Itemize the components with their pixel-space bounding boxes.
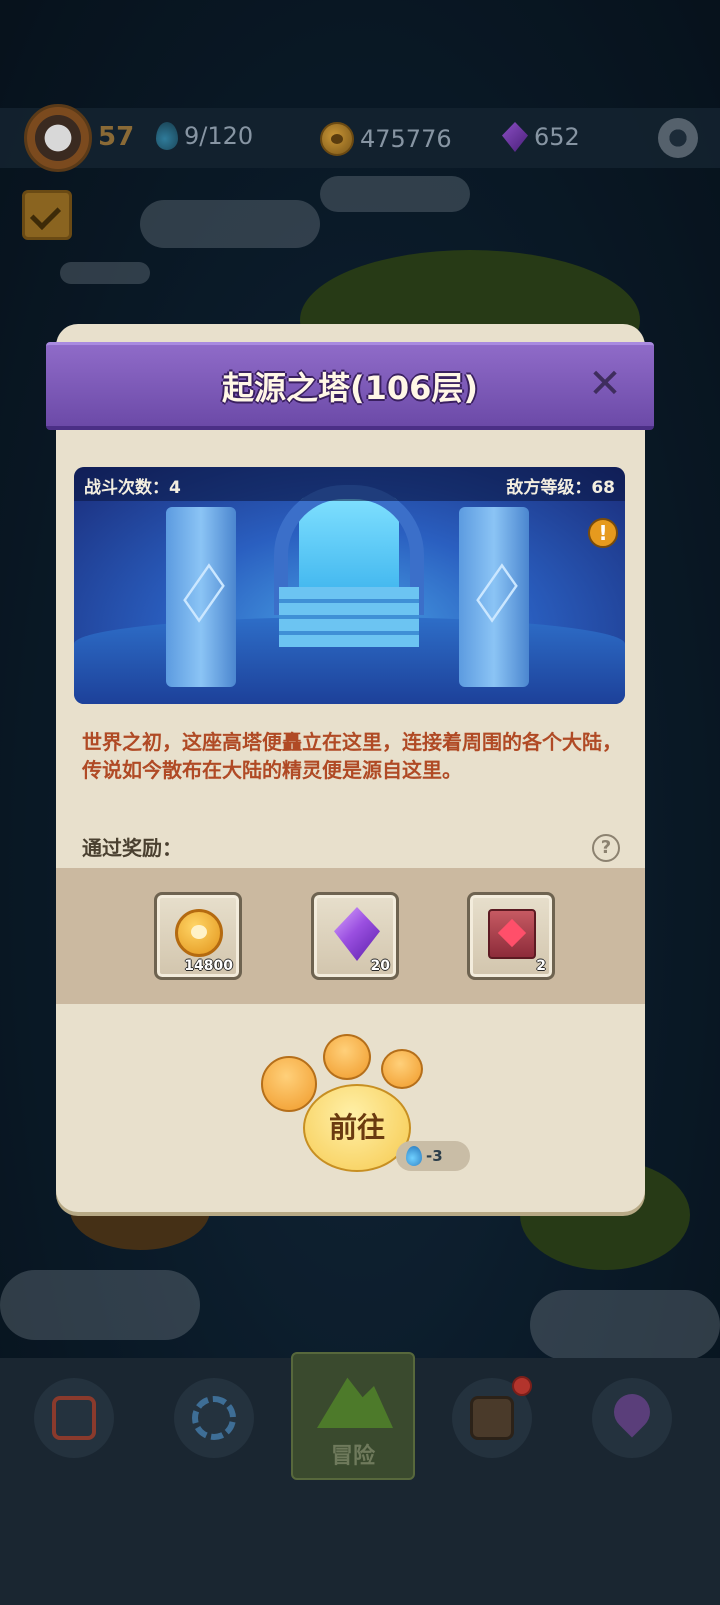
- energy-cost-value: -3: [426, 1147, 443, 1165]
- rewards-label: 通过奖励：: [82, 836, 182, 860]
- chest-icon: [470, 1396, 514, 1440]
- nav-map[interactable]: [592, 1378, 672, 1458]
- reward-count: 14800: [184, 958, 233, 974]
- banner-pillar-left: [166, 507, 236, 687]
- reward-item-book[interactable]: 2: [467, 892, 555, 980]
- water-drop-icon: [156, 122, 178, 150]
- nav-adventure[interactable]: 冒险: [291, 1352, 415, 1480]
- shop-counter-icon: [52, 1396, 96, 1440]
- gem-counter[interactable]: 652: [502, 122, 580, 152]
- map-pin-icon: [606, 1386, 658, 1438]
- reward-item-gem[interactable]: 20: [311, 892, 399, 980]
- gem-icon: [334, 907, 380, 961]
- close-icon[interactable]: ✕: [585, 364, 625, 404]
- enemy-level: 敌方等级：68: [506, 478, 615, 498]
- banner-stairs: [279, 587, 419, 647]
- tower-description: 世界之初，这座高塔便矗立在这里，连接着周围的各个大陆，传说如今散布在大陆的精灵便…: [82, 730, 622, 782]
- nav-shop[interactable]: [34, 1378, 114, 1458]
- nav-adventure-label: 冒险: [330, 1444, 375, 1469]
- coin-icon: [320, 122, 354, 156]
- reward-item-coin[interactable]: 14800: [154, 892, 242, 980]
- book-icon: [488, 909, 536, 959]
- paw-toe[interactable]: [323, 1034, 371, 1080]
- quest-checklist-icon[interactable]: [22, 190, 72, 240]
- settings-gear-icon[interactable]: [658, 118, 698, 158]
- question-icon[interactable]: ?: [592, 834, 620, 862]
- coin-value: 475776: [360, 125, 452, 153]
- reward-count: 20: [370, 958, 390, 974]
- mountain-icon: [317, 1377, 393, 1428]
- vortex-icon: [192, 1396, 236, 1440]
- energy-value: 9/120: [184, 122, 254, 150]
- dialog-title: 起源之塔(106层): [221, 368, 479, 407]
- paw-toe[interactable]: [261, 1056, 317, 1112]
- nav-summon[interactable]: [174, 1378, 254, 1458]
- coin-icon: [175, 909, 223, 957]
- gem-icon: [502, 122, 528, 152]
- exclamation-icon[interactable]: !: [588, 518, 618, 548]
- tower-banner-image: 战斗次数：4 敌方等级：68: [74, 467, 625, 704]
- dialog-header: 起源之塔(106层): [46, 342, 654, 430]
- battle-count: 战斗次数：4: [84, 478, 181, 498]
- notification-badge: [512, 1376, 532, 1396]
- banner-pillar-right: [459, 507, 529, 687]
- water-drop-icon: [406, 1146, 422, 1166]
- gem-value: 652: [534, 123, 580, 151]
- coin-counter[interactable]: 475776: [320, 122, 452, 156]
- energy-counter[interactable]: 9/120: [156, 122, 253, 150]
- paw-toe[interactable]: [381, 1049, 423, 1089]
- player-level: 57: [98, 122, 135, 152]
- player-avatar[interactable]: [24, 104, 92, 172]
- reward-count: 2: [536, 958, 546, 974]
- go-button-label[interactable]: 前往: [303, 1106, 411, 1146]
- energy-cost: -3: [396, 1141, 470, 1171]
